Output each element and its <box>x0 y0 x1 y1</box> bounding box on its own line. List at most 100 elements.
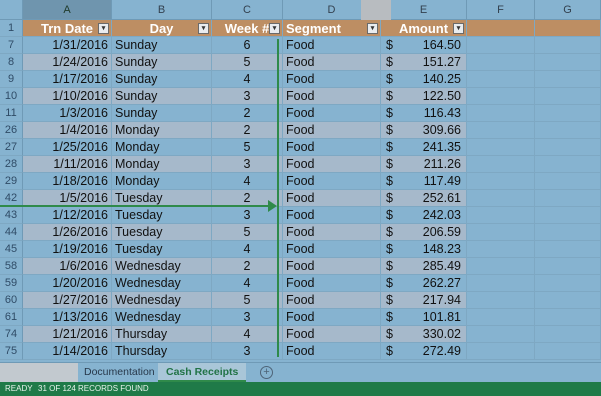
cell-amount[interactable]: $116.43 <box>381 105 467 122</box>
cell-day[interactable]: Thursday <box>112 326 212 343</box>
cell-segment[interactable]: Food <box>283 190 381 207</box>
column-header-a[interactable]: A <box>23 0 112 20</box>
tab-cash-receipts[interactable]: Cash Receipts <box>158 363 247 382</box>
cell-trn-date[interactable]: 1/4/2016 <box>23 122 112 139</box>
cell-day[interactable]: Tuesday <box>112 224 212 241</box>
empty-cell[interactable] <box>535 88 601 105</box>
cell-amount[interactable]: $285.49 <box>381 258 467 275</box>
empty-cell[interactable] <box>535 292 601 309</box>
cell-segment[interactable]: Food <box>283 258 381 275</box>
cell-day[interactable]: Thursday <box>112 343 212 360</box>
cell-day[interactable]: Monday <box>112 173 212 190</box>
cell-trn-date[interactable]: 1/17/2016 <box>23 71 112 88</box>
cell-week[interactable]: 5 <box>212 292 283 309</box>
row-number[interactable]: 44 <box>0 224 23 241</box>
cell-week[interactable]: 4 <box>212 275 283 292</box>
cell-day[interactable]: Monday <box>112 122 212 139</box>
cell-segment[interactable]: Food <box>283 37 381 54</box>
empty-cell[interactable] <box>467 105 535 122</box>
row-number[interactable]: 60 <box>0 292 23 309</box>
cell-week[interactable]: 6 <box>212 37 283 54</box>
empty-cell[interactable] <box>535 139 601 156</box>
cell-trn-date[interactable]: 1/26/2016 <box>23 224 112 241</box>
empty-cell[interactable] <box>467 241 535 258</box>
cell-day[interactable]: Sunday <box>112 71 212 88</box>
cell-segment[interactable]: Food <box>283 207 381 224</box>
empty-cell[interactable] <box>467 326 535 343</box>
cell-segment[interactable]: Food <box>283 88 381 105</box>
empty-cell[interactable] <box>535 20 601 37</box>
column-header-e[interactable]: E <box>381 0 467 20</box>
cell-amount[interactable]: $206.59 <box>381 224 467 241</box>
cell-week[interactable]: 3 <box>212 309 283 326</box>
cell-day[interactable]: Wednesday <box>112 275 212 292</box>
cell-day[interactable]: Sunday <box>112 105 212 122</box>
filter-dropdown-icon[interactable]: ▾ <box>98 23 109 34</box>
row-number[interactable]: 58 <box>0 258 23 275</box>
cell-segment[interactable]: Food <box>283 309 381 326</box>
cell-week[interactable]: 4 <box>212 241 283 258</box>
tab-documentation[interactable]: Documentation <box>76 363 163 382</box>
row-number[interactable]: 7 <box>0 37 23 54</box>
cell-amount[interactable]: $330.02 <box>381 326 467 343</box>
worksheet-grid[interactable]: ABCDEFG 1 Trn Date ▾ Day ▾ Week # ▾ Segment ▾ Amo… <box>0 0 601 362</box>
empty-cell[interactable] <box>535 258 601 275</box>
add-sheet-icon[interactable]: + <box>260 366 273 379</box>
cell-segment[interactable]: Food <box>283 224 381 241</box>
cell-segment[interactable]: Food <box>283 326 381 343</box>
empty-cell[interactable] <box>535 224 601 241</box>
empty-cell[interactable] <box>535 105 601 122</box>
cell-day[interactable]: Sunday <box>112 37 212 54</box>
cell-day[interactable]: Wednesday <box>112 258 212 275</box>
empty-cell[interactable] <box>467 71 535 88</box>
cell-segment[interactable]: Food <box>283 139 381 156</box>
row-number[interactable]: 29 <box>0 173 23 190</box>
empty-cell[interactable] <box>467 343 535 360</box>
empty-cell[interactable] <box>467 139 535 156</box>
cell-day[interactable]: Monday <box>112 139 212 156</box>
cell-trn-date[interactable]: 1/10/2016 <box>23 88 112 105</box>
cell-segment[interactable]: Food <box>283 122 381 139</box>
empty-cell[interactable] <box>467 309 535 326</box>
cell-week[interactable]: 4 <box>212 71 283 88</box>
row-number[interactable]: 74 <box>0 326 23 343</box>
column-header-b[interactable]: B <box>112 0 212 20</box>
empty-cell[interactable] <box>535 190 601 207</box>
empty-cell[interactable] <box>467 20 535 37</box>
cell-week[interactable]: 2 <box>212 122 283 139</box>
cell-week[interactable]: 3 <box>212 88 283 105</box>
empty-cell[interactable] <box>467 122 535 139</box>
empty-cell[interactable] <box>467 207 535 224</box>
row-number[interactable]: 10 <box>0 88 23 105</box>
cell-trn-date[interactable]: 1/6/2016 <box>23 258 112 275</box>
cell-day[interactable]: Tuesday <box>112 241 212 258</box>
cell-trn-date[interactable]: 1/3/2016 <box>23 105 112 122</box>
empty-cell[interactable] <box>467 173 535 190</box>
row-number[interactable]: 26 <box>0 122 23 139</box>
cell-week[interactable]: 4 <box>212 326 283 343</box>
empty-cell[interactable] <box>535 37 601 54</box>
row-number[interactable]: 75 <box>0 343 23 360</box>
cell-day[interactable]: Tuesday <box>112 207 212 224</box>
cell-day[interactable]: Wednesday <box>112 292 212 309</box>
empty-cell[interactable] <box>535 241 601 258</box>
column-header-c[interactable]: C <box>212 0 283 20</box>
empty-cell[interactable] <box>467 37 535 54</box>
cell-trn-date[interactable]: 1/24/2016 <box>23 54 112 71</box>
cell-week[interactable]: 3 <box>212 156 283 173</box>
cell-segment[interactable]: Food <box>283 105 381 122</box>
cell-amount[interactable]: $217.94 <box>381 292 467 309</box>
cell-amount[interactable]: $101.81 <box>381 309 467 326</box>
row-number[interactable]: 9 <box>0 71 23 88</box>
empty-cell[interactable] <box>467 54 535 71</box>
cell-trn-date[interactable]: 1/12/2016 <box>23 207 112 224</box>
cell-amount[interactable]: $241.35 <box>381 139 467 156</box>
empty-cell[interactable] <box>467 258 535 275</box>
empty-cell[interactable] <box>535 173 601 190</box>
cell-day[interactable]: Wednesday <box>112 309 212 326</box>
empty-cell[interactable] <box>535 71 601 88</box>
row-number[interactable]: 43 <box>0 207 23 224</box>
cell-trn-date[interactable]: 1/31/2016 <box>23 37 112 54</box>
cell-amount[interactable]: $252.61 <box>381 190 467 207</box>
filter-dropdown-icon[interactable]: ▾ <box>367 23 378 34</box>
